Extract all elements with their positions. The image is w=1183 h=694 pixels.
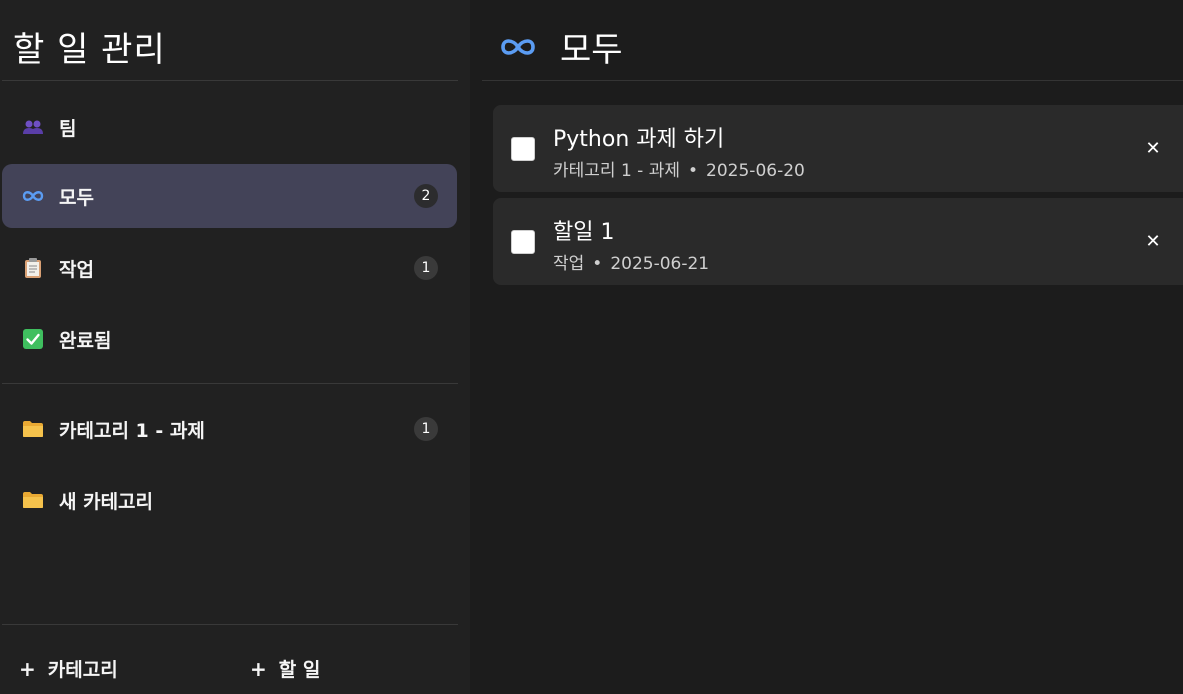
task-category: 작업	[553, 254, 585, 274]
team-icon	[22, 116, 44, 138]
plus-icon: +	[250, 656, 267, 681]
sidebar-item-label: 팀	[59, 117, 77, 140]
check-box-icon	[22, 328, 44, 350]
sidebar-divider	[2, 624, 458, 625]
task-item: 할일 1 작업 • 2025-06-21 ✕	[493, 198, 1183, 285]
sidebar-item-label: 모두	[59, 186, 94, 209]
count-badge: 2	[414, 184, 438, 208]
sidebar: 할 일 관리 팀 모두 2 작업 1 완료됨 카테고리 1 - 과제 1 새 카…	[0, 0, 470, 694]
page-title: 모두	[560, 30, 623, 70]
task-date: 2025-06-20	[706, 161, 805, 181]
main-panel: 모두 Python 과제 하기 카테고리 1 - 과제 • 2025-06-20 ✕…	[470, 0, 1183, 694]
add-category-button[interactable]: + 카테고리	[19, 655, 118, 682]
separator-dot: •	[688, 161, 699, 181]
sidebar-item-team[interactable]: 팀	[2, 95, 457, 159]
task-title: Python 과제 하기	[553, 127, 725, 152]
close-icon: ✕	[1145, 137, 1161, 159]
add-task-label: 할 일	[278, 659, 321, 681]
task-category: 카테고리 1 - 과제	[553, 161, 681, 181]
task-checkbox[interactable]	[511, 137, 535, 161]
count-badge: 1	[414, 256, 438, 280]
folder-icon	[22, 418, 44, 440]
sidebar-divider	[2, 80, 458, 81]
task-title: 할일 1	[553, 220, 615, 245]
task-checkbox[interactable]	[511, 230, 535, 254]
count-badge: 1	[414, 417, 438, 441]
add-task-button[interactable]: + 할 일	[250, 655, 320, 682]
infinity-icon	[22, 185, 44, 207]
sidebar-item-label: 완료됨	[59, 329, 112, 352]
sidebar-item-label: 새 카테고리	[59, 490, 154, 513]
sidebar-item-label: 카테고리 1 - 과제	[59, 419, 205, 442]
sidebar-item-category-1[interactable]: 카테고리 1 - 과제 1	[2, 397, 457, 461]
task-item: Python 과제 하기 카테고리 1 - 과제 • 2025-06-20 ✕	[493, 105, 1183, 192]
sidebar-item-completed[interactable]: 완료됨	[2, 307, 457, 371]
sidebar-item-tasks[interactable]: 작업 1	[2, 236, 457, 300]
separator-dot: •	[592, 254, 603, 274]
sidebar-divider	[2, 383, 458, 384]
folder-icon	[22, 489, 44, 511]
header-divider	[482, 80, 1183, 81]
main-header: 모두	[500, 22, 623, 71]
app-window: 할 일 관리 팀 모두 2 작업 1 완료됨 카테고리 1 - 과제 1 새 카…	[0, 0, 1183, 694]
delete-button[interactable]: ✕	[1143, 136, 1163, 160]
delete-button[interactable]: ✕	[1143, 229, 1163, 253]
task-meta: 작업 • 2025-06-21	[553, 249, 709, 274]
app-title: 할 일 관리	[13, 30, 166, 70]
sidebar-item-label: 작업	[59, 258, 94, 281]
infinity-icon	[500, 32, 538, 62]
plus-icon: +	[19, 656, 36, 681]
task-date: 2025-06-21	[610, 254, 710, 274]
close-icon: ✕	[1145, 230, 1161, 252]
task-meta: 카테고리 1 - 과제 • 2025-06-20	[553, 156, 805, 181]
clipboard-icon	[22, 257, 44, 279]
sidebar-item-all[interactable]: 모두 2	[2, 164, 457, 228]
add-category-label: 카테고리	[47, 659, 118, 681]
sidebar-item-new-category[interactable]: 새 카테고리	[2, 468, 457, 532]
